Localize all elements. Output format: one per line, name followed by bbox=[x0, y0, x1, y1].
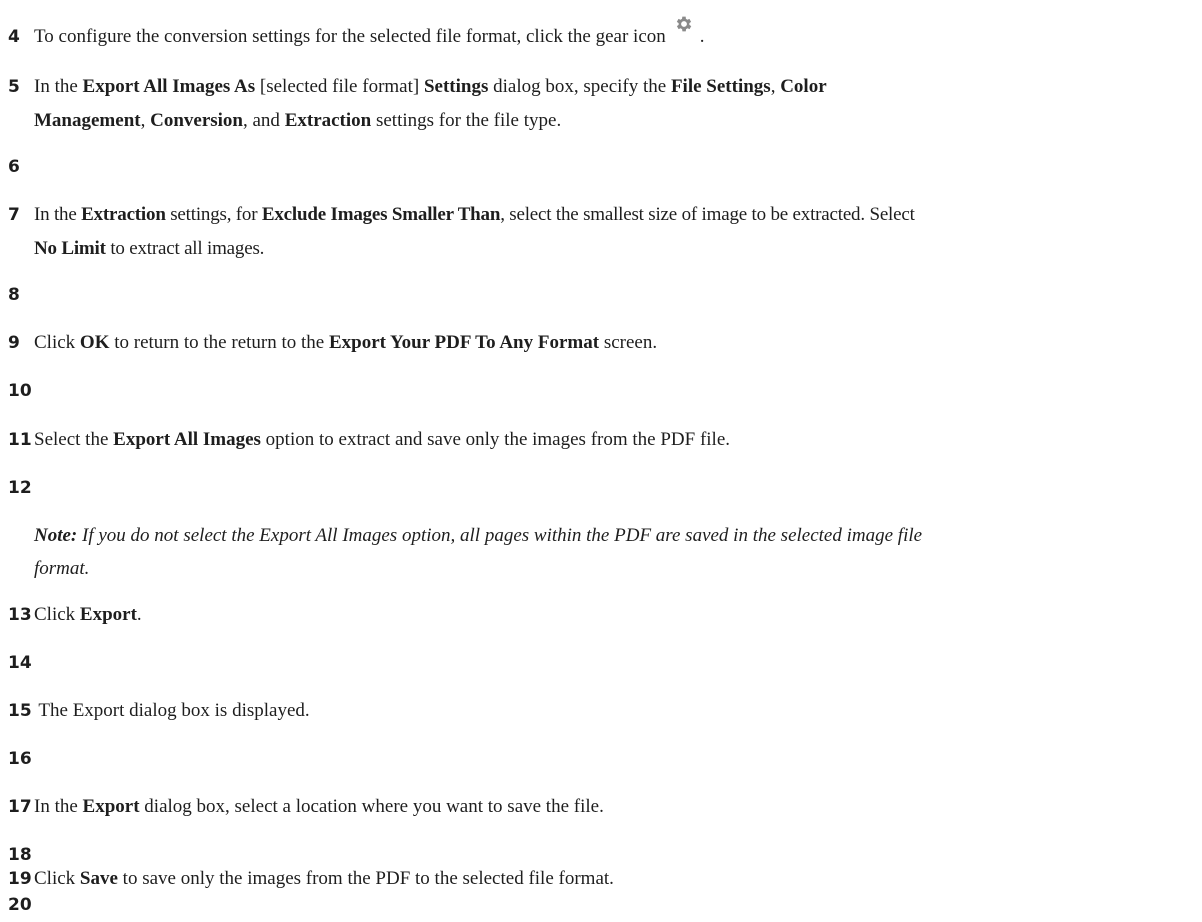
bold-text: Color bbox=[780, 76, 827, 97]
step-number: 11 bbox=[8, 430, 32, 450]
step-text-end: . bbox=[699, 26, 705, 47]
text: screen. bbox=[599, 332, 658, 353]
text: Click bbox=[34, 332, 80, 353]
text: Select the bbox=[34, 429, 114, 450]
step-7: 7 In the Extraction settings, for Exclude… bbox=[8, 198, 1188, 265]
text: , and bbox=[243, 110, 285, 131]
text: to extract all images. bbox=[105, 238, 265, 259]
text: to return to the return to the bbox=[109, 332, 329, 353]
document-page: 4 To configure the conversion settings fo… bbox=[0, 0, 1202, 920]
text: option to extract and save only the imag… bbox=[260, 429, 731, 450]
step-text: To configure the conversion settings for… bbox=[34, 26, 666, 47]
step-16: 16 bbox=[8, 742, 1188, 776]
bold-text: Export Your PDF To Any Format bbox=[328, 332, 600, 353]
bold-text: Extraction bbox=[81, 204, 166, 225]
text: dialog box, select a location where you … bbox=[139, 796, 604, 817]
step-15: 15 The Export dialog box is displayed. bbox=[8, 694, 1188, 728]
text: settings, for bbox=[165, 204, 262, 225]
bold-text: Save bbox=[79, 868, 118, 889]
bold-text: No Limit bbox=[34, 238, 106, 259]
step-number: 9 bbox=[8, 333, 20, 353]
step-number: 7 bbox=[8, 205, 20, 225]
bold-text: File Settings bbox=[670, 76, 771, 97]
text: , bbox=[770, 76, 781, 97]
text: Click bbox=[34, 604, 80, 625]
step-number: 12 bbox=[8, 478, 32, 498]
text: [selected file format] bbox=[255, 76, 424, 97]
step-number: 5 bbox=[8, 77, 20, 97]
step-12: 12 bbox=[8, 471, 1188, 505]
note-text: If you do not select the Export All Imag… bbox=[77, 525, 923, 546]
step-number: 8 bbox=[8, 285, 20, 305]
text: In the bbox=[34, 204, 82, 225]
text: In the bbox=[34, 796, 83, 817]
text: In the bbox=[34, 76, 83, 97]
step-13: 13 Click Export. bbox=[8, 598, 1188, 632]
bold-text: Management bbox=[34, 110, 141, 131]
bold-text: Export bbox=[82, 796, 140, 817]
text: to save only the images from the PDF to … bbox=[117, 868, 614, 889]
text: . bbox=[136, 604, 142, 625]
step-11: 11 Select the Export All Images option to… bbox=[8, 423, 1188, 457]
continuation-line: Management, Conversion, and Extraction s… bbox=[8, 104, 1188, 137]
bold-text: Exclude Images Smaller Than bbox=[261, 204, 501, 225]
bold-text: Export bbox=[79, 604, 137, 625]
step-8: 8 bbox=[8, 278, 1188, 312]
text: Click bbox=[34, 868, 80, 889]
continuation-line: No Limit to extract all images. bbox=[8, 232, 1188, 265]
step-number: 16 bbox=[8, 749, 32, 769]
text: , select the smallest size of image to b… bbox=[500, 204, 915, 225]
note-label: Note: bbox=[34, 525, 78, 546]
step-6: 6 bbox=[8, 150, 1188, 184]
bold-text: Extraction bbox=[284, 110, 372, 131]
step-17: 17 In the Export dialog box, select a loc… bbox=[8, 790, 1188, 824]
step-20: 20 bbox=[8, 888, 1188, 922]
step-14: 14 bbox=[8, 646, 1188, 680]
text: , bbox=[140, 110, 151, 131]
note-text-continued: format. bbox=[34, 558, 90, 579]
step-number: 17 bbox=[8, 797, 32, 817]
bold-text: Export All Images As bbox=[82, 76, 256, 97]
bold-text: OK bbox=[79, 332, 110, 353]
step-number: 10 bbox=[8, 381, 32, 401]
step-number: 4 bbox=[8, 27, 20, 47]
text: The Export dialog box is displayed. bbox=[34, 700, 310, 721]
bold-text: Export All Images bbox=[113, 429, 261, 450]
step-number: 20 bbox=[8, 895, 32, 915]
gear-icon bbox=[674, 12, 694, 32]
step-number: 13 bbox=[8, 605, 32, 625]
text: dialog box, specify the bbox=[488, 76, 671, 97]
step-number: 6 bbox=[8, 157, 20, 177]
text: settings for the file type. bbox=[371, 110, 562, 131]
bold-text: Conversion bbox=[150, 110, 243, 131]
step-9: 9 Click OK to return to the return to the… bbox=[8, 326, 1188, 360]
note-block: Note: If you do not select the Export Al… bbox=[34, 519, 1184, 585]
bold-text: Settings bbox=[423, 76, 489, 97]
step-10: 10 bbox=[8, 374, 1188, 408]
step-5: 5 In the Export All Images As [selected f… bbox=[8, 70, 1188, 137]
step-number: 15 bbox=[8, 701, 32, 721]
step-number: 14 bbox=[8, 653, 32, 673]
step-4: 4 To configure the conversion settings fo… bbox=[8, 16, 1188, 54]
